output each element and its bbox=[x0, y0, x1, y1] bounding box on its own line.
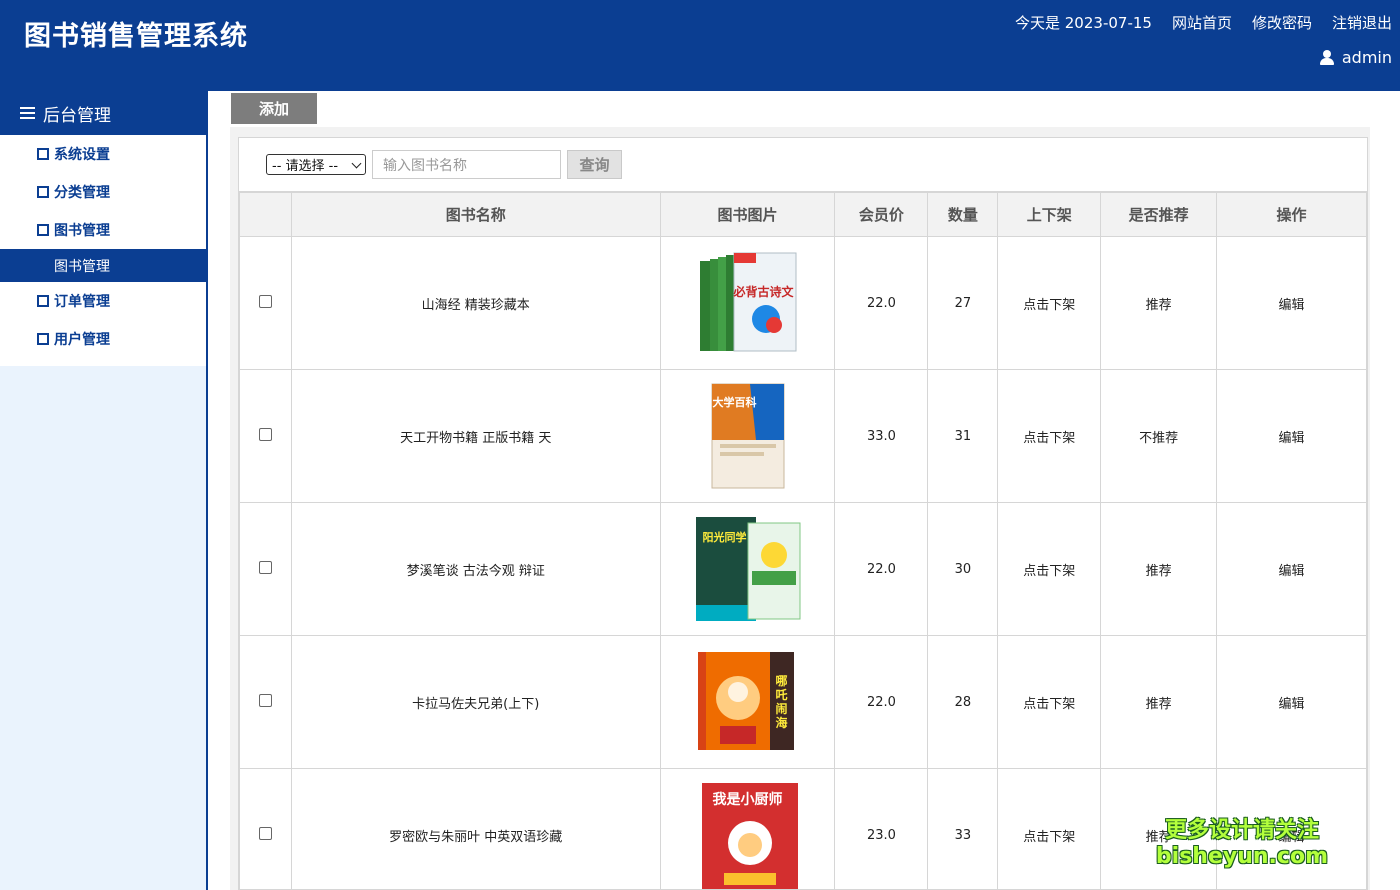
recommend-status[interactable]: 推荐 bbox=[1100, 502, 1218, 636]
book-name: 罗密欧与朱丽叶 中英双语珍藏 bbox=[290, 768, 661, 890]
book-name: 梦溪笔谈 古法今观 辩证 bbox=[290, 502, 661, 636]
sidebar-subitem-books[interactable]: 图书管理 bbox=[0, 249, 206, 282]
table-row: 山海经 精装珍藏本 必背古诗文 22.0 27 点击下架 推荐 编辑 bbox=[239, 236, 1367, 370]
sidebar-item-label: 分类管理 bbox=[54, 185, 110, 201]
sidebar: 后台管理 系统设置 分类管理 图书管理 图书管理 订单管理 用户管理 bbox=[0, 91, 208, 890]
member-price: 33.0 bbox=[834, 369, 929, 503]
book-cover-image: 大学百科 bbox=[694, 382, 802, 490]
col-header-shelf: 上下架 bbox=[997, 192, 1102, 237]
edit-link[interactable]: 编辑 bbox=[1216, 635, 1367, 769]
table-row: 天工开物书籍 正版书籍 天 大学百科 33.0 31 点击下架 不推荐 编辑 bbox=[239, 369, 1367, 503]
sidebar-item-books[interactable]: 图书管理 bbox=[0, 211, 206, 249]
row-checkbox[interactable] bbox=[258, 294, 272, 308]
book-name: 天工开物书籍 正版书籍 天 bbox=[290, 369, 661, 503]
quantity: 33 bbox=[927, 768, 999, 890]
table-row: 卡拉马佐夫兄弟(上下) 哪吒闹海 22.0 28 点击下架 推荐 编辑 bbox=[239, 635, 1367, 769]
category-select[interactable]: -- 请选择 -- bbox=[266, 154, 366, 175]
sidebar-head-label: 后台管理 bbox=[43, 105, 111, 126]
sidebar-head: 后台管理 bbox=[0, 91, 206, 135]
top-links: 今天是 2023-07-15 网站首页 修改密码 注销退出 bbox=[1015, 12, 1392, 33]
logout-link[interactable]: 注销退出 bbox=[1332, 12, 1392, 33]
square-icon bbox=[37, 186, 49, 198]
app-header: 图书销售管理系统 今天是 2023-07-15 网站首页 修改密码 注销退出 a… bbox=[0, 0, 1400, 91]
watermark: 更多设计请关注 bisheyun.com bbox=[1156, 812, 1328, 869]
book-name-input[interactable]: 输入图书名称 bbox=[372, 150, 561, 179]
main-content: 添加 -- 请选择 -- 输入图书名称 查询 图书名称 图书图片 会员价 数量 … bbox=[208, 91, 1400, 890]
watermark-line2: bisheyun.com bbox=[1155, 844, 1328, 869]
table-header: 图书名称 图书图片 会员价 数量 上下架 是否推荐 操作 bbox=[239, 192, 1367, 237]
recommend-status[interactable]: 推荐 bbox=[1100, 236, 1218, 370]
shelf-toggle[interactable]: 点击下架 bbox=[997, 502, 1102, 636]
app-title: 图书销售管理系统 bbox=[24, 21, 248, 52]
shelf-toggle[interactable]: 点击下架 bbox=[997, 768, 1102, 890]
book-name: 卡拉马佐夫兄弟(上下) bbox=[290, 635, 661, 769]
home-link[interactable]: 网站首页 bbox=[1172, 12, 1232, 33]
square-icon bbox=[37, 295, 49, 307]
sidebar-item-label: 系统设置 bbox=[54, 147, 110, 163]
user-icon bbox=[1319, 50, 1334, 65]
square-icon bbox=[37, 224, 49, 236]
sidebar-item-users[interactable]: 用户管理 bbox=[0, 320, 206, 358]
add-button[interactable]: 添加 bbox=[231, 93, 317, 124]
member-price: 22.0 bbox=[834, 502, 929, 636]
date-text: 今天是 2023-07-15 bbox=[1015, 14, 1152, 32]
edit-link[interactable]: 编辑 bbox=[1216, 502, 1367, 636]
book-cover-image: 阳光同学 bbox=[694, 515, 802, 623]
col-header-price: 会员价 bbox=[834, 192, 929, 237]
shelf-toggle[interactable]: 点击下架 bbox=[997, 369, 1102, 503]
col-header-name: 图书名称 bbox=[290, 192, 661, 237]
row-checkbox[interactable] bbox=[258, 693, 272, 707]
col-header-image: 图书图片 bbox=[659, 192, 836, 237]
sidebar-item-category[interactable]: 分类管理 bbox=[0, 173, 206, 211]
sidebar-item-label: 图书管理 bbox=[54, 223, 110, 239]
edit-link[interactable]: 编辑 bbox=[1216, 236, 1367, 370]
sidebar-item-orders[interactable]: 订单管理 bbox=[0, 282, 206, 320]
change-password-link[interactable]: 修改密码 bbox=[1252, 12, 1312, 33]
book-cover-image: 哪吒闹海 bbox=[694, 648, 802, 756]
user-info[interactable]: admin bbox=[1319, 48, 1392, 67]
search-bar: -- 请选择 -- 输入图书名称 查询 bbox=[239, 138, 1367, 192]
quantity: 31 bbox=[927, 369, 999, 503]
square-icon bbox=[37, 333, 49, 345]
book-cover-image: 我是小厨师 bbox=[694, 781, 802, 889]
book-name: 山海经 精装珍藏本 bbox=[290, 236, 661, 370]
member-price: 22.0 bbox=[834, 635, 929, 769]
col-header-action: 操作 bbox=[1216, 192, 1367, 237]
list-panel: -- 请选择 -- 输入图书名称 查询 图书名称 图书图片 会员价 数量 上下架… bbox=[230, 127, 1370, 890]
list-icon bbox=[20, 107, 35, 119]
row-checkbox[interactable] bbox=[258, 826, 272, 840]
list-inner: -- 请选择 -- 输入图书名称 查询 图书名称 图书图片 会员价 数量 上下架… bbox=[238, 137, 1368, 890]
col-header-qty: 数量 bbox=[927, 192, 999, 237]
sidebar-menu: 系统设置 分类管理 图书管理 图书管理 订单管理 用户管理 bbox=[0, 135, 206, 366]
category-select-value: -- 请选择 -- bbox=[272, 159, 339, 174]
quantity: 28 bbox=[927, 635, 999, 769]
query-button[interactable]: 查询 bbox=[567, 150, 622, 179]
sidebar-item-label: 用户管理 bbox=[54, 332, 110, 348]
shelf-toggle[interactable]: 点击下架 bbox=[997, 236, 1102, 370]
username: admin bbox=[1341, 48, 1392, 67]
chevron-down-icon bbox=[351, 158, 362, 169]
book-cover-image: 必背古诗文 bbox=[694, 249, 802, 357]
row-checkbox[interactable] bbox=[258, 560, 272, 574]
col-header-recommend: 是否推荐 bbox=[1100, 192, 1218, 237]
sidebar-item-system[interactable]: 系统设置 bbox=[0, 135, 206, 173]
sidebar-item-label: 订单管理 bbox=[54, 294, 110, 310]
recommend-status[interactable]: 不推荐 bbox=[1100, 369, 1218, 503]
quantity: 27 bbox=[927, 236, 999, 370]
recommend-status[interactable]: 推荐 bbox=[1100, 635, 1218, 769]
edit-link[interactable]: 编辑 bbox=[1216, 369, 1367, 503]
member-price: 22.0 bbox=[834, 236, 929, 370]
member-price: 23.0 bbox=[834, 768, 929, 890]
quantity: 30 bbox=[927, 502, 999, 636]
col-header-check bbox=[239, 192, 292, 237]
square-icon bbox=[37, 148, 49, 160]
row-checkbox[interactable] bbox=[258, 427, 272, 441]
watermark-line1: 更多设计请关注 bbox=[1164, 818, 1319, 843]
table-row: 梦溪笔谈 古法今观 辩证 阳光同学 22.0 30 点击下架 推荐 编辑 bbox=[239, 502, 1367, 636]
book-table: 图书名称 图书图片 会员价 数量 上下架 是否推荐 操作 山海经 精装珍藏本 必… bbox=[239, 192, 1367, 890]
shelf-toggle[interactable]: 点击下架 bbox=[997, 635, 1102, 769]
